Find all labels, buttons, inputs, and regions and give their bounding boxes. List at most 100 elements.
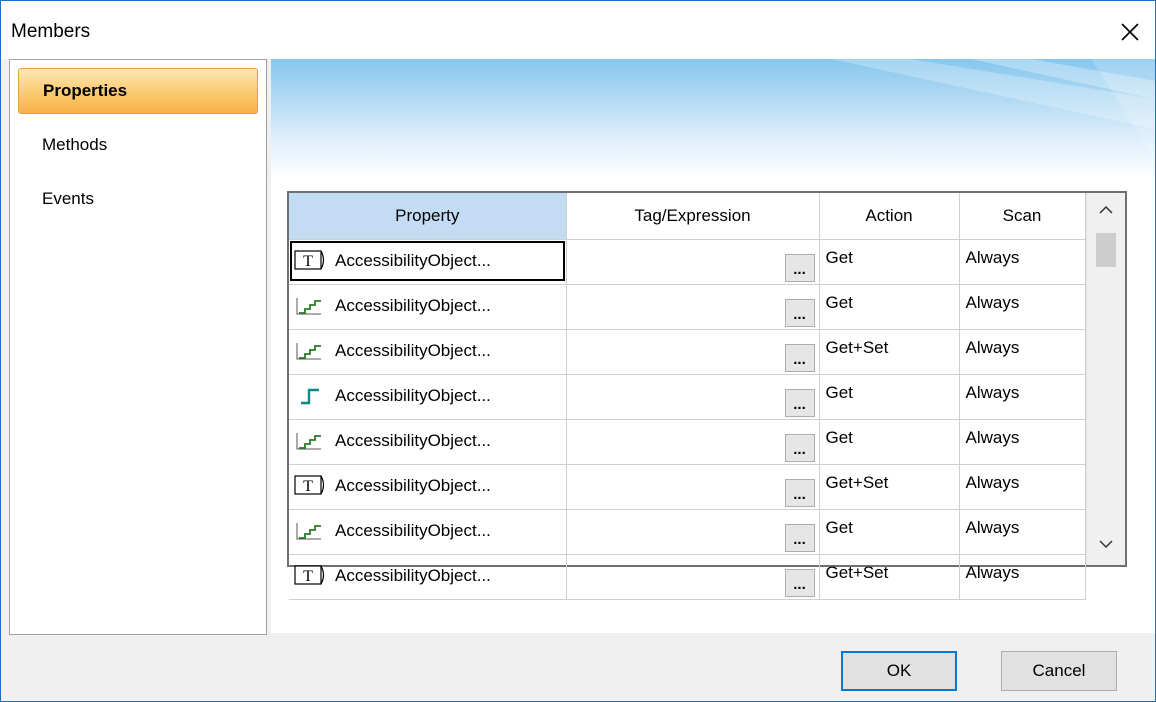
table-row[interactable]: AccessibilityObject...... Get Always bbox=[289, 374, 1086, 420]
sidebar-item-properties[interactable]: Properties bbox=[18, 68, 258, 114]
table-row[interactable]: AccessibilityObject...... Get Always bbox=[289, 509, 1086, 555]
tag-expression-value bbox=[567, 465, 819, 473]
scroll-down-button[interactable] bbox=[1087, 527, 1125, 561]
tag-expression-value bbox=[567, 510, 819, 518]
close-button[interactable] bbox=[1113, 15, 1147, 49]
action-value: Get bbox=[825, 518, 853, 537]
browse-tag-button[interactable]: ... bbox=[784, 344, 815, 372]
action-cell[interactable]: Get bbox=[819, 239, 960, 285]
chevron-up-icon bbox=[1099, 205, 1113, 214]
title-bar: Members bbox=[1, 1, 1155, 59]
property-name: AccessibilityObject... bbox=[335, 296, 491, 315]
scan-cell[interactable]: Always bbox=[959, 509, 1086, 555]
tag-expression-cell[interactable]: ... bbox=[566, 329, 820, 375]
table-row[interactable]: AccessibilityObject...... Get Always bbox=[289, 284, 1086, 330]
chevron-down-icon bbox=[1099, 540, 1113, 549]
scan-value: Always bbox=[965, 428, 1020, 447]
scan-value: Always bbox=[965, 473, 1020, 492]
text-type-icon: T bbox=[293, 473, 333, 499]
cancel-button[interactable]: Cancel bbox=[1001, 651, 1117, 691]
property-name: AccessibilityObject... bbox=[335, 386, 491, 405]
action-value: Get bbox=[825, 428, 853, 447]
vertical-scrollbar[interactable] bbox=[1086, 193, 1125, 565]
property-cell[interactable]: AccessibilityObject... bbox=[289, 509, 567, 555]
action-cell[interactable]: Get bbox=[819, 374, 960, 420]
action-cell[interactable]: Get bbox=[819, 284, 960, 330]
property-name: AccessibilityObject... bbox=[335, 431, 491, 450]
ok-button[interactable]: OK bbox=[841, 651, 957, 691]
analog-type-icon bbox=[293, 428, 333, 454]
tag-expression-cell[interactable]: ... bbox=[566, 419, 820, 465]
scan-cell[interactable]: Always bbox=[959, 239, 1086, 285]
close-icon bbox=[1121, 23, 1139, 41]
dialog-title: Members bbox=[11, 21, 91, 42]
property-cell[interactable]: AccessibilityObject... bbox=[289, 284, 567, 330]
tag-expression-cell[interactable]: ... bbox=[566, 239, 820, 285]
browse-tag-button[interactable]: ... bbox=[784, 254, 815, 282]
sidebar: Properties Methods Events bbox=[9, 59, 267, 635]
tag-expression-cell[interactable]: ... bbox=[566, 284, 820, 330]
analog-type-icon bbox=[293, 293, 333, 319]
property-name: AccessibilityObject... bbox=[335, 251, 491, 270]
tag-expression-value bbox=[567, 555, 819, 563]
browse-tag-button[interactable]: ... bbox=[784, 569, 815, 597]
svg-text:T: T bbox=[303, 568, 313, 585]
tag-expression-cell[interactable]: ... bbox=[566, 554, 820, 600]
sidebar-item-events[interactable]: Events bbox=[18, 176, 258, 222]
scan-value: Always bbox=[965, 248, 1020, 267]
property-cell[interactable]: T AccessibilityObject... bbox=[289, 239, 567, 285]
scan-value: Always bbox=[965, 293, 1020, 312]
tag-expression-cell[interactable]: ... bbox=[566, 464, 820, 510]
table-row[interactable]: T AccessibilityObject...... Get+Set Always bbox=[289, 554, 1086, 600]
members-grid[interactable]: Property Tag/Expression Action Scan T Acc… bbox=[287, 191, 1127, 600]
tag-expression-value bbox=[567, 330, 819, 338]
column-header-action[interactable]: Action bbox=[819, 193, 960, 240]
table-row[interactable]: AccessibilityObject...... Get Always bbox=[289, 419, 1086, 465]
browse-tag-button[interactable]: ... bbox=[784, 299, 815, 327]
column-header-property[interactable]: Property bbox=[289, 193, 567, 240]
scan-cell[interactable]: Always bbox=[959, 284, 1086, 330]
table-row[interactable]: T AccessibilityObject...... Get+Set Always bbox=[289, 464, 1086, 510]
property-cell[interactable]: T AccessibilityObject... bbox=[289, 554, 567, 600]
analog-type-icon bbox=[293, 338, 333, 364]
action-value: Get+Set bbox=[825, 338, 889, 357]
action-cell[interactable]: Get bbox=[819, 419, 960, 465]
tag-expression-value bbox=[567, 285, 819, 293]
browse-tag-button[interactable]: ... bbox=[784, 434, 815, 462]
scroll-thumb[interactable] bbox=[1096, 233, 1116, 267]
property-cell[interactable]: T AccessibilityObject... bbox=[289, 464, 567, 510]
tag-expression-cell[interactable]: ... bbox=[566, 374, 820, 420]
property-cell[interactable]: AccessibilityObject... bbox=[289, 329, 567, 375]
scan-cell[interactable]: Always bbox=[959, 554, 1086, 600]
tag-expression-value bbox=[567, 240, 819, 248]
action-value: Get+Set bbox=[825, 473, 889, 492]
browse-tag-button[interactable]: ... bbox=[784, 479, 815, 507]
scan-cell[interactable]: Always bbox=[959, 419, 1086, 465]
table-row[interactable]: T AccessibilityObject...... Get Always bbox=[289, 239, 1086, 285]
scan-cell[interactable]: Always bbox=[959, 374, 1086, 420]
browse-tag-button[interactable]: ... bbox=[784, 389, 815, 417]
column-header-tag-expression[interactable]: Tag/Expression bbox=[566, 193, 820, 240]
action-cell[interactable]: Get+Set bbox=[819, 329, 960, 375]
tag-expression-cell[interactable]: ... bbox=[566, 509, 820, 555]
property-name: AccessibilityObject... bbox=[335, 521, 491, 540]
svg-text:T: T bbox=[303, 253, 313, 270]
analog-type-icon bbox=[293, 518, 333, 544]
property-cell[interactable]: AccessibilityObject... bbox=[289, 419, 567, 465]
action-cell[interactable]: Get bbox=[819, 509, 960, 555]
column-header-scan[interactable]: Scan bbox=[959, 193, 1086, 240]
action-cell[interactable]: Get+Set bbox=[819, 464, 960, 510]
sidebar-item-methods[interactable]: Methods bbox=[18, 122, 258, 168]
property-cell[interactable]: AccessibilityObject... bbox=[289, 374, 567, 420]
scan-value: Always bbox=[965, 383, 1020, 402]
tag-expression-value bbox=[567, 420, 819, 428]
scroll-up-button[interactable] bbox=[1087, 193, 1125, 227]
browse-tag-button[interactable]: ... bbox=[784, 524, 815, 552]
scan-value: Always bbox=[965, 518, 1020, 537]
text-type-icon: T bbox=[293, 248, 333, 274]
action-cell[interactable]: Get+Set bbox=[819, 554, 960, 600]
scan-cell[interactable]: Always bbox=[959, 329, 1086, 375]
property-name: AccessibilityObject... bbox=[335, 566, 491, 585]
scan-cell[interactable]: Always bbox=[959, 464, 1086, 510]
table-row[interactable]: AccessibilityObject...... Get+Set Always bbox=[289, 329, 1086, 375]
